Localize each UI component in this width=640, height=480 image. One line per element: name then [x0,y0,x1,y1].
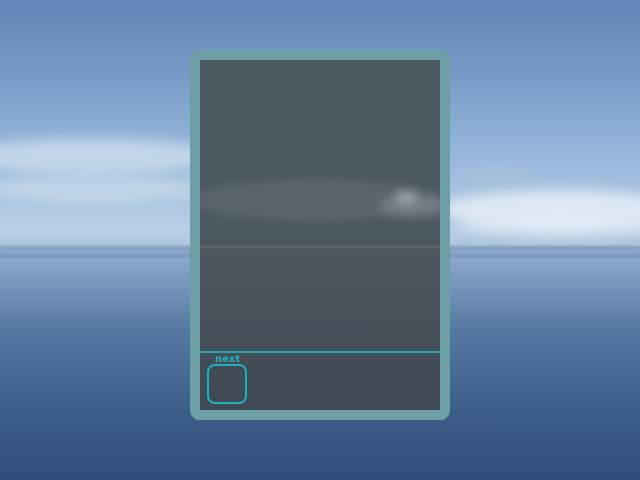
cloud [0,176,210,202]
cloud [460,214,640,236]
desktop-screen: next [0,0,640,480]
horizon-line [200,245,440,248]
panel-content-area: next [200,60,440,410]
cloud [455,170,535,178]
cloud [0,138,220,174]
panel-divider [200,351,440,353]
cloud [395,192,417,202]
next-button[interactable] [207,364,247,404]
overlay-panel: next [190,50,450,420]
